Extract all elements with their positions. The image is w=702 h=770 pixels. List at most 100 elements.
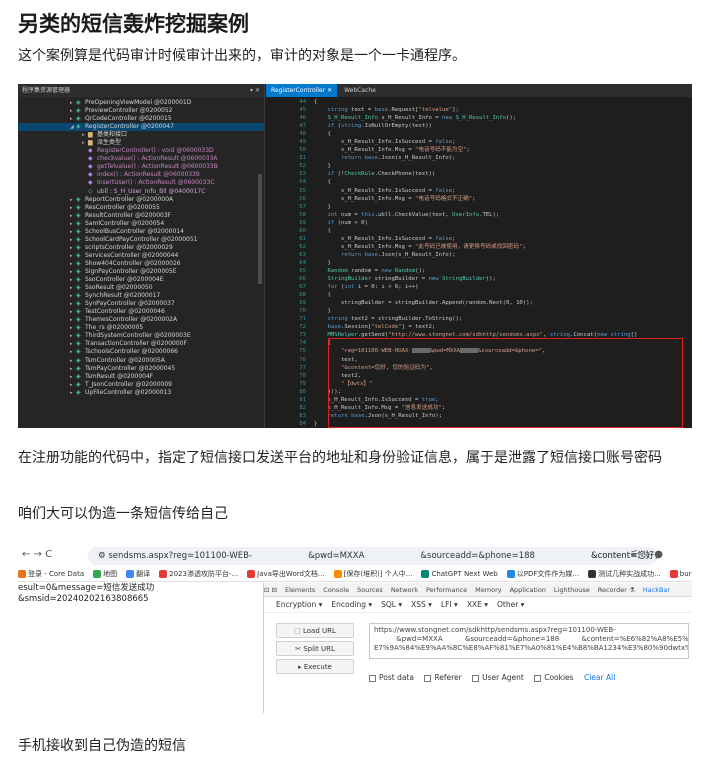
tree-item[interactable]: ▸ ◈ TransactionController @0200000F <box>18 340 264 348</box>
tree-item[interactable]: ◆ getTelvalue() : ActionResult @0600033B <box>18 163 264 171</box>
tree-item[interactable]: ▸ ▆ 基类和接口 <box>18 131 264 139</box>
tree-item[interactable]: ◢ ◈ RegisterController @0200047 <box>18 123 264 132</box>
cookies-checkbox[interactable]: Cookies <box>534 673 574 682</box>
bookmark-item[interactable]: 登录 - Core Data <box>18 567 84 581</box>
class-icon: ◈ <box>76 203 81 211</box>
tree-item[interactable]: ▸ ▆ 派生类型 <box>18 139 264 147</box>
tree-item[interactable]: ▸ ◈ SchoolCardPayController @02000051 <box>18 236 264 244</box>
tree-item[interactable]: ▸ ◈ SsoResult @02000050 <box>18 284 264 292</box>
tree-item[interactable]: ▸ ◈ PreviewController @0200052 <box>18 107 264 115</box>
tree-item[interactable]: ▸ ◈ scriptsController @02000029 <box>18 244 264 252</box>
bookmark-item[interactable]: 翻译 <box>126 567 150 581</box>
tree-item[interactable]: ◆ index() : ActionResult @06000339 <box>18 171 264 179</box>
bookmark-item[interactable]: 2023渗透攻防平台-... <box>159 567 238 581</box>
line-number: 82 <box>299 404 306 411</box>
tree-item[interactable]: ▸ ◈ UpFileController @02000013 <box>18 389 264 397</box>
class-icon: ◈ <box>76 219 81 227</box>
class-icon: ◈ <box>76 107 81 115</box>
devtools-tab[interactable]: Console <box>323 583 349 596</box>
tree-item[interactable]: ◆ RegisterController() : void @0600033D <box>18 147 264 155</box>
tree-item[interactable]: ▸ ◈ ThemesController @0200002A <box>18 316 264 324</box>
code-line: } <box>314 203 331 210</box>
hackbar-menu-item[interactable]: Encoding ▾ <box>331 600 372 609</box>
nav-buttons[interactable]: ← → C <box>22 549 52 560</box>
tree-scrollbar[interactable] <box>258 174 262 284</box>
bookmark-item[interactable]: 以PDF文件作为媒... <box>506 567 579 581</box>
bookmark-item[interactable]: burpsuite使... <box>669 567 692 581</box>
hackbar-menu-item[interactable]: Other ▾ <box>497 600 524 609</box>
assembly-explorer-title: 程序集资源管理器 <box>22 87 71 94</box>
tree-item[interactable]: ▸ ◈ SynPayController @02000037 <box>18 300 264 308</box>
code-line: s_H_Result_Info.Msg = "电话号码不能为空"; <box>314 147 470 154</box>
post-data-checkbox[interactable]: Post data <box>369 673 414 682</box>
devtools-tab[interactable]: Lighthouse <box>554 583 590 596</box>
tree-item-label: SsoController @0200004E <box>85 276 164 284</box>
tree-item-label: T_JsonController @02000009 <box>85 380 172 388</box>
devtools-tab[interactable]: Sources <box>357 583 383 596</box>
hackbar-url-field[interactable]: https://www.stongnet.com/sdkhttp/sendsms… <box>369 623 689 659</box>
split-url-button[interactable]: ✂ Split URL <box>276 641 354 656</box>
code-line: s_H_Result_Info.IsSuccesd = false; <box>314 187 456 194</box>
devtools-tab[interactable]: Network <box>391 583 418 596</box>
address-bar[interactable]: ⚙ sendsms.aspx?reg=101100-WEB- &pwd=MXXA &… <box>88 547 658 565</box>
bookmark-item[interactable]: 地图 <box>93 567 117 581</box>
tree-item-label: UpFileController @02000013 <box>85 388 172 396</box>
panel-tools[interactable]: ▾ ✕ <box>250 84 260 97</box>
tree-item[interactable]: ▸ ◈ The_rs @02000005 <box>18 324 264 332</box>
devtools-tab[interactable]: Application <box>510 583 546 596</box>
user-agent-checkbox[interactable]: User Agent <box>472 673 524 682</box>
tree-item[interactable]: ▸ ◈ TschoolsController @02000066 <box>18 348 264 356</box>
tree-item[interactable]: ▸ ◈ SchoolBusController @02000014 <box>18 228 264 236</box>
tree-item[interactable]: ▸ ◈ SsoController @0200004E <box>18 276 264 284</box>
bookmark-item[interactable]: Java导出Word文档... <box>247 567 325 581</box>
tree-item[interactable]: ◇ ubll : S_H_User_Info_Bll @0400017C <box>18 188 264 196</box>
tree-item[interactable]: ▸ ◈ SamlController @0200054 <box>18 220 264 228</box>
tab-webcache[interactable]: WebCache <box>339 84 381 97</box>
tree-item[interactable]: ▸ ◈ TsmResult @0200004F <box>18 373 264 381</box>
tree-item[interactable]: ▸ ◈ QrCodeController @0200015 <box>18 115 264 123</box>
class-icon: ◈ <box>76 267 81 275</box>
bookmark-icon <box>247 570 256 578</box>
hackbar-menu-item[interactable]: LFI ▾ <box>441 600 458 609</box>
clear-all-link[interactable]: Clear All <box>584 673 615 682</box>
tree-item[interactable]: ◆ checkvalue() : ActionResult @0600033A <box>18 155 264 163</box>
bookmark-item[interactable]: 测试几种实战成功... <box>588 567 661 581</box>
toolbar-icons[interactable]: ⚟ ☆ ● <box>630 549 663 560</box>
execute-button[interactable]: ▸ Execute <box>276 659 354 674</box>
line-number: 49 <box>299 139 306 146</box>
tree-item[interactable]: ▸ ◈ TsmPayController @02000045 <box>18 365 264 373</box>
tree-item[interactable]: ▸ ◈ SignPayController @0200005E <box>18 268 264 276</box>
line-number: 63 <box>299 251 306 258</box>
load-url-button[interactable]: ⬚ Load URL <box>276 623 354 638</box>
devtools-tab[interactable]: Recorder ⚗ <box>598 583 635 596</box>
hackbar-menu-item[interactable]: Encryption ▾ <box>276 600 322 609</box>
devtools-tab[interactable]: Memory <box>475 583 501 596</box>
hackbar-menu-item[interactable]: XXE ▾ <box>467 600 488 609</box>
tree-item-label: ThirdSystemController @0200003E <box>85 332 191 340</box>
line-number: 60 <box>299 227 306 234</box>
hackbar-menu-item[interactable]: SQL ▾ <box>381 600 402 609</box>
tree-item[interactable]: ▸ ◈ SynchResult @02000017 <box>18 292 264 300</box>
devtools-tab[interactable]: HackBar <box>643 583 670 596</box>
devtools-tab[interactable]: Performance <box>426 583 467 596</box>
tree-item[interactable]: ▸ ◈ PreOpeningViewModel @0200001D <box>18 99 264 107</box>
devtools-tab[interactable]: Elements <box>285 583 315 596</box>
tree-item[interactable]: ▸ ◈ ThirdSystemController @0200003E <box>18 332 264 340</box>
bookmark-item[interactable]: ChatGPT Next Web <box>421 567 498 581</box>
tree-item[interactable]: ▸ ◈ ResultController @0200003F <box>18 212 264 220</box>
bookmark-item[interactable]: [保存(堆积)] 个人中... <box>333 567 412 581</box>
tree-item-label: ServicesController @02000044 <box>85 251 179 259</box>
tree-item[interactable]: ▸ ◈ Show404Controller @02000026 <box>18 260 264 268</box>
tree-item[interactable]: ▸ ◈ TestController @02000046 <box>18 308 264 316</box>
tree-item[interactable]: ▸ ◈ ServicesController @02000044 <box>18 252 264 260</box>
tab-register-controller[interactable]: RegisterController ✕ <box>266 84 338 97</box>
tree-item[interactable]: ◆ InsertUser() : ActionResult @0600033C <box>18 179 264 187</box>
tree-item[interactable]: ▸ ◈ ResController @0200055 <box>18 204 264 212</box>
tree-item[interactable]: ▸ ◈ ReportController @0200000A <box>18 196 264 204</box>
hackbar-menu-item[interactable]: XSS ▾ <box>411 600 432 609</box>
tree-item[interactable]: ▸ ◈ T_JsonController @02000009 <box>18 381 264 389</box>
response-line-2: &smsid=20240202163808665 <box>18 594 149 604</box>
tree-item[interactable]: ▸ ◈ TsmController @0200005A <box>18 357 264 365</box>
referer-checkbox[interactable]: Referer <box>424 673 462 682</box>
devtools-tab[interactable]: ⊡ ⊟ <box>264 583 277 596</box>
